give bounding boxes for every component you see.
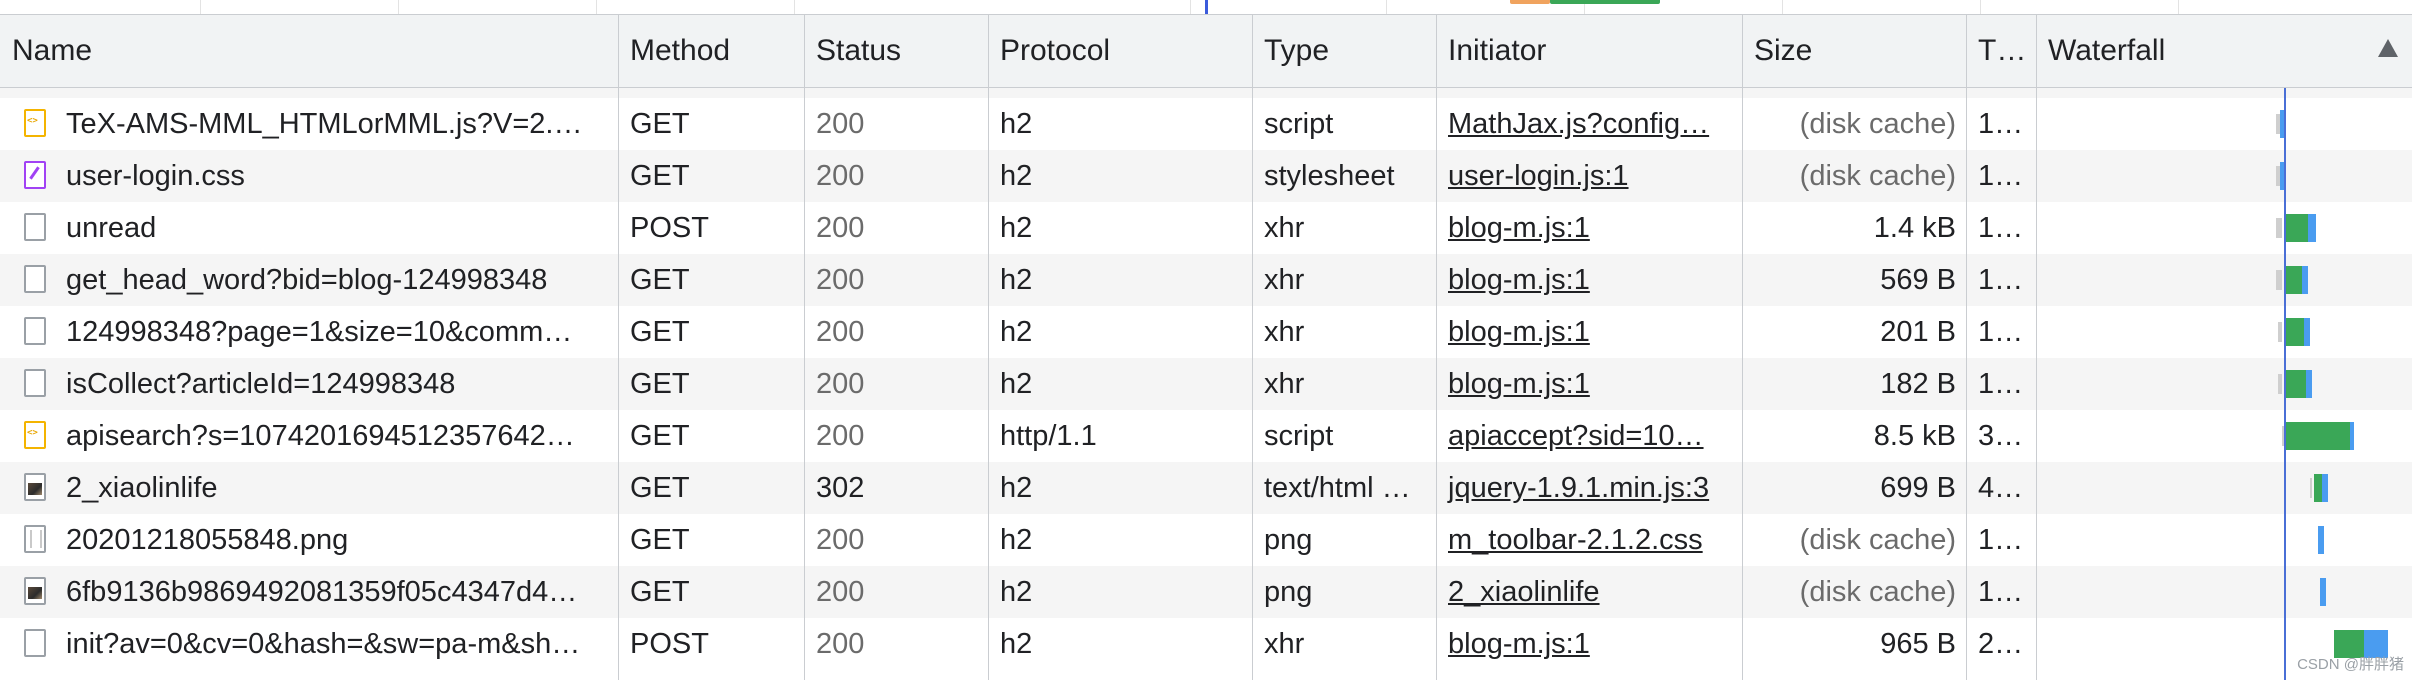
overview-gridline xyxy=(1386,0,1387,14)
table-row[interactable]: isCollect?articleId=124998348 GET 200 h2 xhr… xyxy=(0,358,2412,410)
table-row[interactable]: init?av=0&cv=0&hash=&sw=pa-m&sh… POST 200 h… xyxy=(0,618,2412,670)
column-divider[interactable] xyxy=(1436,15,1437,680)
waterfall-download-segment xyxy=(2350,422,2354,450)
column-divider[interactable] xyxy=(1742,15,1743,680)
waterfall-label: Waterfall xyxy=(2048,34,2166,67)
overview-gridline xyxy=(794,0,795,14)
column-header-method[interactable]: Method xyxy=(618,15,804,87)
table-body: TeX-AMS-MML_HTMLorMML.js?V=2.…GET200h2sc… xyxy=(0,88,2412,680)
overview-gridline xyxy=(1782,0,1783,14)
waterfall-bar[interactable] xyxy=(0,370,2412,398)
waterfall-bar[interactable] xyxy=(0,162,2412,190)
overview-gridline xyxy=(398,0,399,14)
waterfall-download-segment xyxy=(2304,318,2310,346)
column-divider[interactable] xyxy=(618,15,619,680)
sort-ascending-icon[interactable] xyxy=(2378,39,2398,57)
waterfall-queue-segment xyxy=(2276,218,2282,238)
overview-activity-bar xyxy=(1510,0,1550,4)
waterfall-download-segment xyxy=(2302,266,2308,294)
overview-gridline xyxy=(200,0,201,14)
column-header-status[interactable]: Status xyxy=(804,15,988,87)
waterfall-download-segment xyxy=(2320,578,2326,606)
waterfall-queue-segment xyxy=(2310,478,2312,498)
network-request-table: Name Method Status Protocol Type Initiat… xyxy=(0,15,2412,680)
column-divider[interactable] xyxy=(988,15,989,680)
table-row[interactable]: 6fb9136b9869492081359f05c4347d4… GET 200 h2… xyxy=(0,566,2412,618)
table-row[interactable]: 20201218055848.png GET 200 h2 png m_toolbar-2… xyxy=(0,514,2412,566)
waterfall-waiting-segment xyxy=(2286,422,2350,450)
table-row[interactable]: 124998348?page=1&size=10&comm… GET 200 h2 xh… xyxy=(0,306,2412,358)
waterfall-download-segment xyxy=(2318,526,2324,554)
table-row[interactable]: TeX-AMS-MML_HTMLorMML.js?V=2.…GET200h2sc… xyxy=(0,98,2412,150)
waterfall-waiting-segment xyxy=(2284,318,2304,346)
waterfall-bar[interactable] xyxy=(0,214,2412,242)
column-header-time[interactable]: T… xyxy=(1966,15,2036,87)
column-divider[interactable] xyxy=(1252,15,1253,680)
overview-gridline xyxy=(1190,0,1191,14)
table-row-partial[interactable] xyxy=(0,88,2412,98)
waterfall-download-segment xyxy=(2308,214,2316,242)
waterfall-waiting-segment xyxy=(2284,266,2302,294)
waterfall-bar[interactable] xyxy=(0,526,2412,554)
waterfall-bar[interactable] xyxy=(0,318,2412,346)
network-overview-timeline[interactable] xyxy=(0,0,2412,15)
waterfall-waiting-segment xyxy=(2314,474,2322,502)
waterfall-waiting-segment xyxy=(2284,370,2306,398)
column-header-protocol[interactable]: Protocol xyxy=(988,15,1252,87)
column-header-initiator[interactable]: Initiator xyxy=(1436,15,1742,87)
overview-gridline xyxy=(2178,0,2179,14)
column-header-size[interactable]: Size xyxy=(1742,15,1966,87)
waterfall-load-marker xyxy=(2284,88,2286,680)
waterfall-download-segment xyxy=(2306,370,2312,398)
column-divider[interactable] xyxy=(2036,15,2037,680)
waterfall-bar[interactable] xyxy=(0,474,2412,502)
table-row[interactable]: user-login.css GET 200 h2 stylesheet user-log… xyxy=(0,150,2412,202)
column-header-type[interactable]: Type xyxy=(1252,15,1436,87)
waterfall-bar[interactable] xyxy=(0,422,2412,450)
overview-gridline xyxy=(596,0,597,14)
table-row[interactable]: unread POST 200 h2 xhr blog-m.js:1 1.4 kB 1… xyxy=(0,202,2412,254)
column-header-waterfall[interactable]: Waterfall xyxy=(2036,15,2412,87)
column-divider[interactable] xyxy=(804,15,805,680)
table-row[interactable]: 2_xiaolinlife GET 302 h2 text/html … jquery-1… xyxy=(0,462,2412,514)
waterfall-download-segment xyxy=(2322,474,2328,502)
waterfall-bar[interactable] xyxy=(0,630,2412,658)
column-divider[interactable] xyxy=(1966,15,1967,680)
column-header-name[interactable]: Name xyxy=(0,15,618,87)
overview-time-cursor[interactable] xyxy=(1205,0,1208,14)
waterfall-queue-segment xyxy=(2278,374,2282,394)
table-row[interactable]: get_head_word?bid=blog-124998348 GET 200 h2… xyxy=(0,254,2412,306)
overview-activity-bar xyxy=(1550,0,1660,4)
table-row[interactable]: apisearch?s=107420169451235764​2…GET200h… xyxy=(0,410,2412,462)
waterfall-bar[interactable] xyxy=(0,110,2412,138)
waterfall-queue-segment xyxy=(2278,322,2282,342)
waterfall-bar[interactable] xyxy=(0,266,2412,294)
waterfall-waiting-segment xyxy=(2284,214,2308,242)
waterfall-bar[interactable] xyxy=(0,578,2412,606)
waterfall-queue-segment xyxy=(2276,270,2282,290)
watermark-text: CSDN @胖胖猪 xyxy=(2297,656,2404,673)
overview-gridline xyxy=(1980,0,1981,14)
table-header: Name Method Status Protocol Type Initiat… xyxy=(0,15,2412,88)
